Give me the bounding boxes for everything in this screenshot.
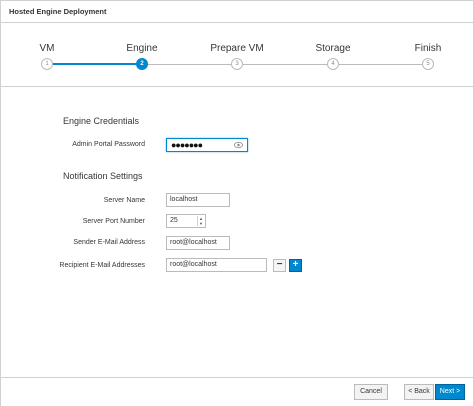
admin-password-label: Admin Portal Password [72,141,145,148]
dialog-footer: Cancel < Back Next > [1,377,473,406]
add-recipient-button[interactable]: + [289,259,302,272]
wizard-step-number: 5 [422,58,434,70]
wizard-step-label: Finish [414,43,442,54]
wizard-step-vm[interactable]: VM 1 [7,43,87,70]
wizard-step-label: VM [39,43,55,54]
wizard-step-number: 2 [136,58,148,70]
wizard-step-engine[interactable]: Engine 2 [102,43,182,70]
admin-password-input[interactable]: ●●●●●●● [166,138,248,152]
hosted-engine-dialog: Hosted Engine Deployment VM 1 Engine 2 P… [0,0,474,406]
back-button[interactable]: < Back [404,384,434,400]
eye-icon[interactable] [234,141,243,149]
remove-recipient-button[interactable]: − [273,259,286,272]
wizard-step-number: 1 [41,58,53,70]
server-name-label: Server Name [103,197,145,204]
wizard-step-label: Engine [126,43,158,54]
engine-credentials-heading: Engine Credentials [63,116,140,126]
recipient-email-input[interactable]: root@localhost [166,258,267,272]
wizard-step-storage[interactable]: Storage 4 [293,43,373,70]
plus-icon: + [292,259,299,270]
port-spinner: ▲ ▼ [197,216,204,226]
wizard-step-finish[interactable]: Finish 5 [388,43,468,70]
password-mask: ●●●●●●● [171,140,203,150]
dialog-title: Hosted Engine Deployment [9,7,107,16]
minus-icon: − [276,259,283,270]
spin-down-icon[interactable]: ▼ [198,221,204,226]
server-port-label: Server Port Number [82,218,145,225]
notification-settings-heading: Notification Settings [63,171,143,181]
next-button[interactable]: Next > [435,384,465,400]
wizard-step-prepare-vm[interactable]: Prepare VM 3 [197,43,277,70]
sender-email-input[interactable]: root@localhost [166,236,230,250]
wizard-step-label: Prepare VM [210,43,264,54]
wizard-progress-done [47,63,142,65]
wizard-step-number: 4 [327,58,339,70]
server-port-value: 25 [170,217,178,224]
server-name-input[interactable]: localhost [166,193,230,207]
wizard-step-number: 3 [231,58,243,70]
wizard-step-label: Storage [315,43,351,54]
wizard-steps: VM 1 Engine 2 Prepare VM 3 Storage 4 Fin… [1,23,473,87]
server-port-stepper[interactable]: 25 ▲ ▼ [166,214,206,228]
sender-email-label: Sender E-Mail Address [73,239,145,246]
recipient-email-label: Recipient E-Mail Addresses [59,262,145,269]
cancel-button[interactable]: Cancel [354,384,388,400]
dialog-title-bar: Hosted Engine Deployment [1,1,473,23]
